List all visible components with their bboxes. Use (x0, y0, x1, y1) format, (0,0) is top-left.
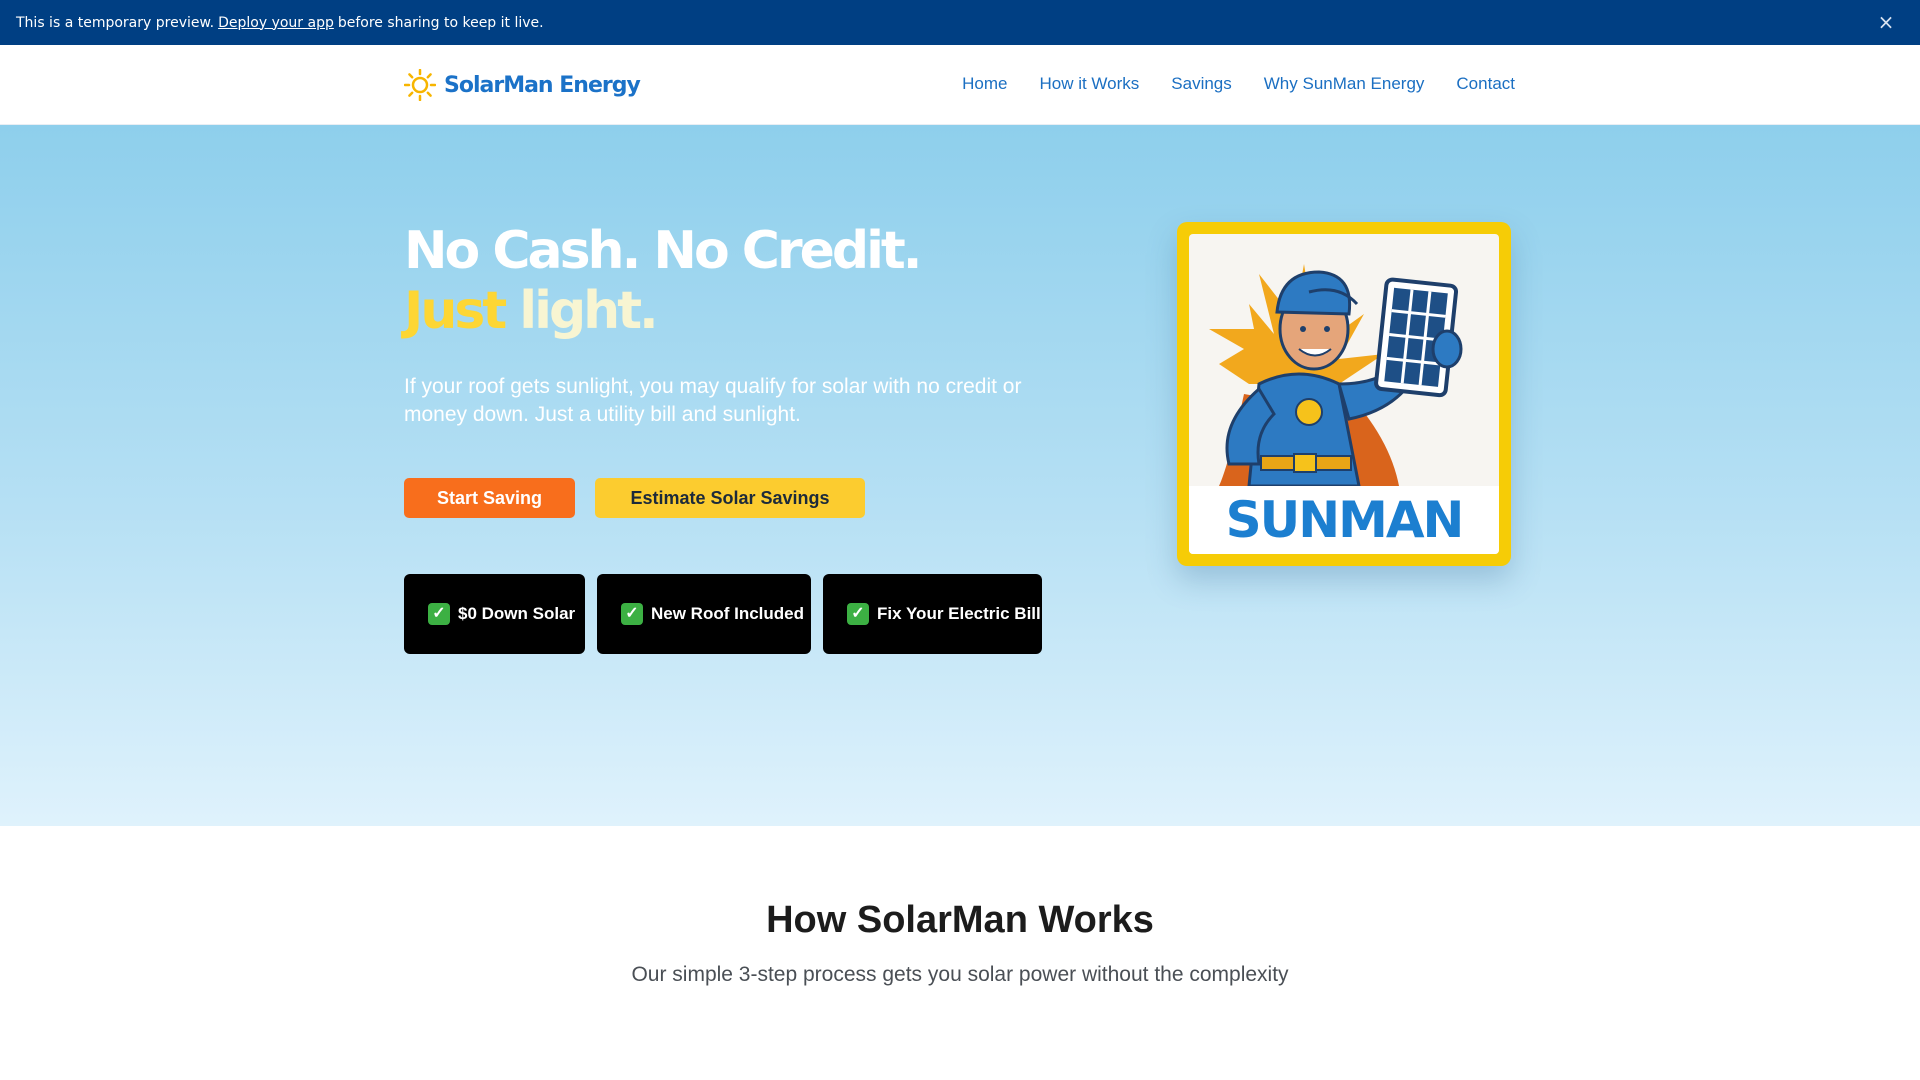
deploy-app-link[interactable]: Deploy your app (218, 15, 334, 31)
hero-headline: No Cash. No Credit. Just light. (404, 221, 923, 341)
nav-savings[interactable]: Savings (1171, 74, 1231, 94)
feature-label: Fix Your Electric Bill (877, 604, 1041, 623)
check-mark-icon: ✓ (847, 603, 869, 625)
start-saving-button[interactable]: Start Saving (404, 478, 575, 518)
mascot-wordmark: SUNMAN (1189, 486, 1499, 554)
close-icon[interactable]: × (1876, 12, 1896, 32)
logo[interactable]: SolarMan Energy (404, 69, 641, 101)
site-header: SolarMan Energy Home How it Works Saving… (0, 45, 1920, 125)
hero-section: No Cash. No Credit. Just light. If your … (0, 125, 1920, 826)
banner-text: This is a temporary preview. (16, 14, 215, 31)
nav-how-it-works[interactable]: How it Works (1039, 74, 1139, 94)
nav-contact[interactable]: Contact (1456, 74, 1515, 94)
banner-text-end: before sharing to keep it live. (337, 14, 544, 31)
mascot-card: SUNMAN (1177, 222, 1511, 566)
estimate-savings-button[interactable]: Estimate Solar Savings (595, 478, 865, 518)
logo-text: SolarMan Energy (444, 72, 641, 98)
nav-home[interactable]: Home (962, 74, 1007, 94)
preview-banner: This is a temporary preview. Deploy your… (0, 0, 1920, 45)
superhero-mascot-illustration (1209, 264, 1463, 488)
check-mark-icon: ✓ (428, 603, 450, 625)
check-mark-icon: ✓ (621, 603, 643, 625)
feature-fix-bill: ✓ Fix Your Electric Bill (823, 574, 1042, 654)
feature-label: $0 Down Solar (458, 604, 576, 623)
feature-new-roof: ✓ New Roof Included (597, 574, 811, 654)
how-section-title: How SolarMan Works (766, 899, 1154, 941)
headline-just: Just (404, 281, 507, 341)
hero-subtitle: If your roof gets sunlight, you may qual… (404, 375, 1022, 426)
feature-zero-down: ✓ $0 Down Solar (404, 574, 585, 654)
main-nav: Home How it Works Savings Why SunMan Ene… (962, 74, 1515, 94)
headline-line1: No Cash. No Credit. (404, 221, 923, 281)
sun-icon (404, 69, 436, 101)
mascot-image: SUNMAN (1189, 234, 1499, 554)
how-section-subtitle: Our simple 3-step process gets you solar… (631, 963, 1289, 986)
feature-label: New Roof Included (651, 604, 804, 623)
nav-why-sunman[interactable]: Why SunMan Energy (1264, 74, 1425, 94)
headline-light: light. (519, 281, 659, 341)
